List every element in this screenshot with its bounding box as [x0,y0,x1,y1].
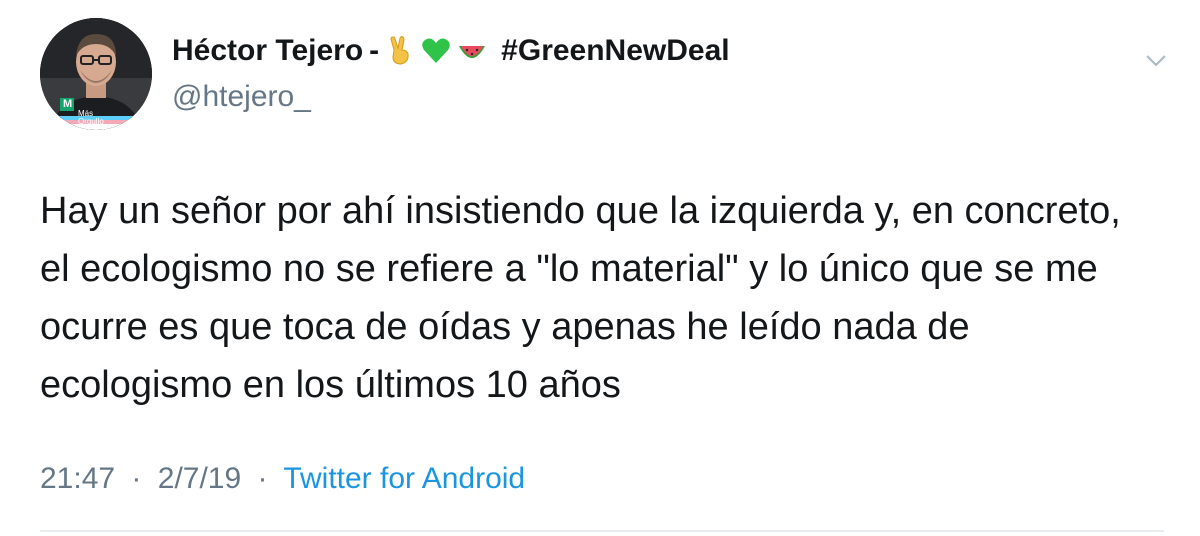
watermelon-emoji [459,46,486,58]
tweet-meta: 21:47 · 2/7/19 · Twitter for Android [40,462,525,496]
tweet-text-line: ocurre es que toca de oídas y apenas he … [40,306,970,348]
tweet-text-line: ecologismo en los últimos 10 años [40,364,621,406]
name-separator: - [369,34,380,67]
tweet-time[interactable]: 21:47 [40,462,115,495]
meta-dot: · [257,462,268,495]
tweet-text-line: el ecologismo no se refiere a "lo materi… [40,248,1098,290]
avatar-badge-text: Más Orgullo [78,109,104,126]
tweet-card: M Más Orgullo Héctor Tejero - #GreenNewD… [0,0,1200,536]
meta-dot: · [131,462,142,495]
tweet-source-link[interactable]: Twitter for Android [283,462,525,495]
avatar-badge-letter: M [63,98,73,110]
author-hashtag[interactable]: #GreenNewDeal [501,34,729,68]
author-name[interactable]: Héctor Tejero [172,34,363,68]
divider [40,530,1164,532]
green-heart-emoji [422,38,450,63]
author-name-row[interactable]: Héctor Tejero - #GreenNewDeal [172,34,730,68]
tweet-text: Hay un señor por ahí insistiendo que la … [40,182,1170,414]
tweet-text-line: Hay un señor por ahí insistiendo que la … [40,190,1121,232]
chevron-down-icon[interactable] [1142,46,1170,74]
tweet-date[interactable]: 2/7/19 [158,462,241,495]
author-handle[interactable]: @htejero_ [172,80,311,114]
avatar[interactable]: M Más Orgullo [40,18,152,130]
victory-hand-emoji [390,36,409,65]
